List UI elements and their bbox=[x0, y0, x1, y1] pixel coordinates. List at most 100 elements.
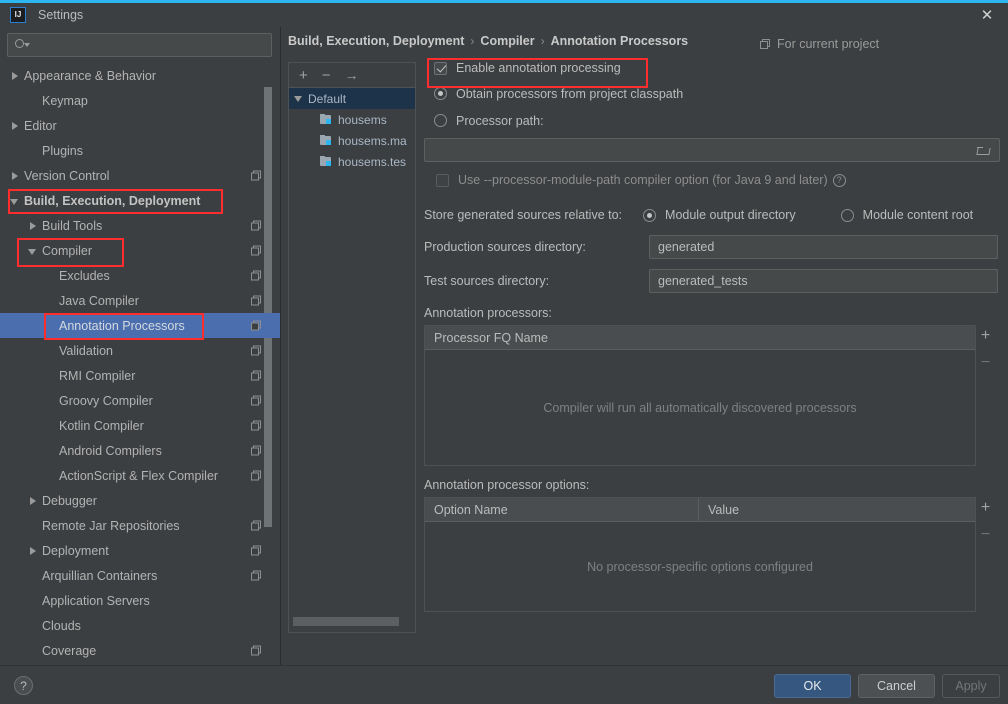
copy-settings-icon[interactable] bbox=[251, 570, 262, 581]
move-to-profile-button[interactable]: → bbox=[345, 68, 359, 82]
breadcrumb-part-2[interactable]: Annotation Processors bbox=[551, 34, 689, 48]
ok-button[interactable]: OK bbox=[774, 674, 851, 698]
sidebar-item-debugger[interactable]: Debugger bbox=[0, 488, 280, 513]
module-row[interactable]: housems.ma bbox=[289, 130, 415, 151]
settings-dialog: IJ Settings ✕ Appearance & Behavior Keyma… bbox=[0, 0, 1008, 704]
remove-profile-button[interactable]: − bbox=[322, 68, 331, 83]
sidebar-item-remote-jar-repositories[interactable]: Remote Jar Repositories bbox=[0, 513, 280, 538]
module-folder-icon bbox=[320, 156, 333, 167]
sidebar-item-plugins[interactable]: Plugins bbox=[0, 138, 280, 163]
help-icon[interactable]: ? bbox=[832, 173, 846, 187]
copy-settings-icon[interactable] bbox=[251, 220, 262, 231]
sidebar-item-android-compilers[interactable]: Android Compilers bbox=[0, 438, 280, 463]
sidebar-item-build-tools[interactable]: Build Tools bbox=[0, 213, 280, 238]
chevron-right-icon[interactable] bbox=[10, 121, 20, 131]
module-folder-icon bbox=[320, 114, 333, 125]
remove-option-button[interactable]: − bbox=[981, 527, 990, 543]
obtain-from-classpath-radio[interactable] bbox=[434, 87, 447, 100]
copy-settings-icon[interactable] bbox=[251, 520, 262, 531]
copy-settings-icon[interactable] bbox=[251, 245, 262, 256]
processor-path-input[interactable] bbox=[424, 138, 1000, 162]
apply-button[interactable]: Apply bbox=[942, 674, 1000, 698]
sidebar-item-rmi-compiler[interactable]: RMI Compiler bbox=[0, 363, 280, 388]
chevron-right-icon[interactable] bbox=[28, 496, 38, 506]
processors-table-empty-message: Compiler will run all automatically disc… bbox=[543, 401, 857, 415]
sidebar-item-coverage[interactable]: Coverage bbox=[0, 638, 280, 663]
sidebar-item-kotlin-compiler[interactable]: Kotlin Compiler bbox=[0, 413, 280, 438]
sidebar-item-java-compiler[interactable]: Java Compiler bbox=[0, 288, 280, 313]
add-option-button[interactable]: + bbox=[981, 500, 990, 516]
sidebar-item-label: Coverage bbox=[42, 643, 97, 658]
sidebar-item-excludes[interactable]: Excludes bbox=[0, 263, 280, 288]
copy-settings-icon[interactable] bbox=[251, 320, 262, 331]
sidebar-item-version-control[interactable]: Version Control bbox=[0, 163, 280, 188]
test-dir-input[interactable]: generated_tests bbox=[649, 269, 998, 293]
sidebar-item-validation[interactable]: Validation bbox=[0, 338, 280, 363]
copy-settings-icon[interactable] bbox=[251, 395, 262, 406]
copy-settings-icon[interactable] bbox=[251, 645, 262, 656]
chevron-right-icon[interactable] bbox=[28, 221, 38, 231]
breadcrumb-part-0[interactable]: Build, Execution, Deployment bbox=[288, 34, 464, 48]
sidebar-item-actionscript-flex-compiler[interactable]: ActionScript & Flex Compiler bbox=[0, 463, 280, 488]
cancel-button[interactable]: Cancel bbox=[858, 674, 935, 698]
sidebar-item-groovy-compiler[interactable]: Groovy Compiler bbox=[0, 388, 280, 413]
search-input[interactable] bbox=[29, 37, 271, 53]
chevron-right-icon[interactable] bbox=[10, 171, 20, 181]
chevron-right-icon[interactable] bbox=[10, 71, 20, 81]
chevron-down-icon[interactable] bbox=[10, 196, 20, 206]
close-icon[interactable]: ✕ bbox=[966, 3, 1008, 27]
module-output-dir-radio[interactable] bbox=[643, 208, 657, 222]
enable-processing-row[interactable]: Enable annotation processing bbox=[424, 56, 1008, 80]
sidebar-item-arquillian-containers[interactable]: Arquillian Containers bbox=[0, 563, 280, 588]
processor-module-path-checkbox[interactable] bbox=[436, 173, 449, 187]
production-dir-label: Production sources directory: bbox=[424, 240, 586, 254]
help-button[interactable]: ? bbox=[14, 676, 33, 695]
processor-path-radio[interactable] bbox=[434, 114, 447, 127]
copy-settings-icon[interactable] bbox=[251, 295, 262, 306]
breadcrumb-part-1[interactable]: Compiler bbox=[480, 34, 534, 48]
remove-processor-button[interactable]: − bbox=[981, 355, 990, 371]
search-field[interactable] bbox=[7, 33, 272, 57]
module-output-dir-label: Module output directory bbox=[665, 208, 796, 222]
copy-settings-icon[interactable] bbox=[251, 420, 262, 431]
sidebar-item-appearance-behavior[interactable]: Appearance & Behavior bbox=[0, 63, 280, 88]
sidebar-item-deployment[interactable]: Deployment bbox=[0, 538, 280, 563]
copy-settings-icon[interactable] bbox=[251, 345, 262, 356]
sidebar-item-label: Groovy Compiler bbox=[59, 393, 153, 408]
sidebar-item-keymap[interactable]: Keymap bbox=[0, 88, 280, 113]
copy-settings-icon[interactable] bbox=[251, 545, 262, 556]
sidebar-item-build-execution-deployment[interactable]: Build, Execution, Deployment bbox=[0, 188, 280, 213]
enable-processing-label: Enable annotation processing bbox=[456, 61, 621, 75]
sidebar-item-annotation-processors[interactable]: Annotation Processors bbox=[0, 313, 280, 338]
chevron-down-icon[interactable] bbox=[28, 246, 38, 256]
copy-settings-icon[interactable] bbox=[251, 170, 262, 181]
title-bar: IJ Settings ✕ bbox=[0, 3, 1008, 27]
copy-settings-icon[interactable] bbox=[251, 445, 262, 456]
sidebar-item-clouds[interactable]: Clouds bbox=[0, 613, 280, 638]
module-row[interactable]: housems.tes bbox=[289, 151, 415, 172]
add-profile-button[interactable]: + bbox=[299, 68, 308, 83]
copy-settings-icon[interactable] bbox=[251, 270, 262, 281]
module-label: housems.tes bbox=[338, 154, 407, 169]
copy-settings-icon[interactable] bbox=[251, 370, 262, 381]
copy-settings-icon[interactable] bbox=[251, 470, 262, 481]
classpath-radio-row[interactable]: Obtain processors from project classpath bbox=[424, 80, 1008, 107]
module-content-root-radio[interactable] bbox=[840, 208, 854, 222]
module-row[interactable]: housems bbox=[289, 109, 415, 130]
browse-folder-icon[interactable] bbox=[976, 144, 991, 156]
processor-path-radio-row[interactable]: Processor path: bbox=[424, 107, 1008, 134]
chevron-down-icon[interactable] bbox=[294, 95, 302, 102]
enable-processing-checkbox[interactable] bbox=[434, 61, 447, 75]
processor-module-path-row[interactable]: Use --processor-module-path compiler opt… bbox=[424, 166, 1008, 194]
sidebar-item-editor[interactable]: Editor bbox=[0, 113, 280, 138]
add-processor-button[interactable]: + bbox=[981, 328, 990, 344]
chevron-right-icon[interactable] bbox=[28, 546, 38, 556]
module-hscrollbar-thumb[interactable] bbox=[293, 617, 399, 626]
production-dir-input[interactable]: generated bbox=[649, 235, 998, 259]
sidebar-item-compiler[interactable]: Compiler bbox=[0, 238, 280, 263]
sidebar-item-application-servers[interactable]: Application Servers bbox=[0, 588, 280, 613]
module-group-row[interactable]: Default bbox=[289, 88, 415, 109]
